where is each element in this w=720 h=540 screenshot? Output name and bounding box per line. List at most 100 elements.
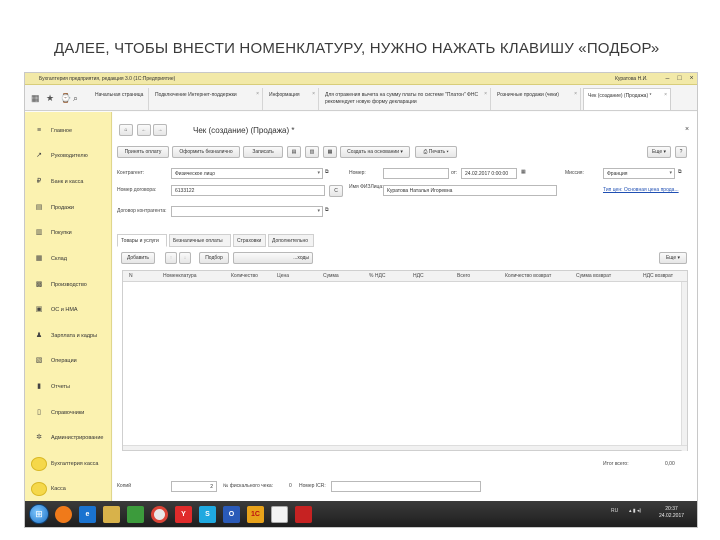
calendar-icon[interactable]: ▦ (521, 169, 526, 175)
post-icon[interactable]: ▤ (287, 146, 301, 158)
history-icon[interactable]: ⌚ (60, 93, 71, 104)
firefox-icon[interactable] (55, 506, 72, 523)
sidebar-item-production[interactable]: ▩ Производство (25, 276, 112, 296)
help-button[interactable]: ? (675, 146, 687, 158)
sidebar-item-salary[interactable]: ♟ Зарплата и кадры (25, 327, 112, 347)
pick-button[interactable]: Подбор (199, 252, 229, 264)
tab-close-icon[interactable]: × (256, 91, 259, 98)
tab-receipt[interactable]: Чек (создание) (Продажа) * × (583, 88, 671, 110)
chevron-down-icon[interactable]: ▾ (669, 170, 672, 176)
contract-field[interactable]: ▾ (171, 206, 323, 217)
sidebar-item-reports[interactable]: ▮ Отчеты (25, 378, 112, 398)
tab-internet-support[interactable]: Подключение Интернет-поддержки × (151, 88, 263, 110)
column-header[interactable]: Всего (457, 273, 470, 279)
explorer-icon[interactable] (103, 506, 120, 523)
user-name[interactable]: Куратова Н.И. (615, 76, 648, 82)
sidebar-item-purchases[interactable]: ▥ Покупки (25, 224, 112, 244)
move-down-icon[interactable]: ↓ (179, 252, 191, 264)
search-icon[interactable]: ⌕ (73, 93, 78, 104)
yandex-icon[interactable]: Y (175, 506, 192, 523)
column-header[interactable]: Цена (277, 273, 289, 279)
close-form-icon[interactable]: × (685, 126, 689, 133)
horizontal-scrollbar[interactable] (123, 445, 687, 450)
add-button[interactable]: Добавить (121, 252, 155, 264)
column-header[interactable]: НДС возврат (643, 273, 673, 279)
tab-insurance[interactable]: Страховки (233, 234, 266, 247)
column-header[interactable]: Количество возврат (505, 273, 551, 279)
vertical-scrollbar[interactable] (681, 282, 687, 451)
clock[interactable]: 20:37 24.02.2017 (659, 506, 684, 520)
sidebar-item-manager[interactable]: ↗ Руководителю (25, 147, 112, 167)
sidebar-item-cash-accounting[interactable]: Бухгалтерия касса (25, 455, 112, 475)
tab-info[interactable]: Информация × (265, 88, 319, 110)
chrome-icon[interactable] (151, 506, 168, 523)
sidebar-item-main[interactable]: ≡ Главное (25, 122, 112, 142)
icr-field[interactable] (331, 481, 481, 492)
minimize-icon[interactable]: – (663, 74, 672, 83)
sidebar-item-warehouse[interactable]: ▦ Склад (25, 250, 112, 270)
contract-select-button[interactable]: С (329, 185, 343, 197)
pdf-icon[interactable] (295, 506, 312, 523)
forward-button[interactable]: → (153, 124, 167, 136)
sidebar-item-sales[interactable]: ▤ Продажи (25, 199, 112, 219)
fiz-name-field[interactable]: Куратова Наталья Игоревна (383, 185, 557, 196)
table-more-button[interactable]: Еще ▾ (659, 252, 687, 264)
tab-cashless[interactable]: Безналичные оплаты (169, 234, 231, 247)
sidebar-item-cash[interactable]: Касса (25, 480, 112, 500)
open-icon[interactable]: ⧉ (325, 207, 329, 213)
more-button[interactable]: Еще ▾ (647, 146, 671, 158)
close-icon[interactable]: × (687, 74, 696, 83)
tab-goods[interactable]: Товары и услуги (117, 234, 167, 247)
chevron-down-icon[interactable]: ▾ (317, 208, 320, 214)
ie-icon[interactable]: e (79, 506, 96, 523)
column-header[interactable]: Сумма (323, 273, 339, 279)
accept-payment-button[interactable]: Принять оплату (117, 146, 169, 158)
word-icon[interactable] (271, 506, 288, 523)
structure-icon[interactable]: ▦ (323, 146, 337, 158)
column-header[interactable]: Сумма возврат (576, 273, 611, 279)
save-button[interactable]: Записать (243, 146, 283, 158)
tab-home[interactable]: Начальная страница (91, 88, 149, 110)
cashless-button[interactable]: Оформить безналично (172, 146, 240, 158)
tab-close-icon[interactable]: × (484, 91, 487, 98)
chevron-down-icon[interactable]: ▾ (317, 170, 320, 176)
tab-close-icon[interactable]: × (312, 91, 315, 98)
print-button[interactable]: ⎙ Печать ▾ (415, 146, 457, 158)
maximize-icon[interactable]: □ (675, 74, 684, 83)
back-button[interactable]: ← (137, 124, 151, 136)
tab-platon[interactable]: Для отражения вычета на сумму платы по с… (321, 88, 491, 110)
tab-retail-sales[interactable]: Розничные продажи (чеки) × (493, 88, 581, 110)
number-field[interactable] (383, 168, 449, 179)
open-icon[interactable]: ⧉ (678, 169, 682, 175)
goods-table[interactable]: N Номенклатура Количество Цена Сумма % Н… (122, 270, 688, 451)
column-header[interactable]: Номенклатура (163, 273, 197, 279)
column-header[interactable]: % НДС (369, 273, 385, 279)
sidebar-item-assets[interactable]: ▣ ОС и НМА (25, 301, 112, 321)
mission-field[interactable]: Франция ▾ (603, 168, 675, 179)
column-header[interactable]: НДС (413, 273, 424, 279)
sidebar-item-directories[interactable]: ▯ Справочники (25, 404, 112, 424)
start-button[interactable]: ⊞ (29, 504, 49, 524)
column-header[interactable]: Количество (231, 273, 258, 279)
tray-icons[interactable]: ▴ ▮ ◂) (629, 508, 641, 514)
returns-button[interactable]: ...ходы (233, 252, 313, 264)
tab-close-icon[interactable]: × (574, 91, 577, 98)
1c-icon[interactable]: 1С (247, 506, 264, 523)
sidebar-item-operations[interactable]: ▧ Операции (25, 352, 112, 372)
language-indicator[interactable]: RU (611, 508, 618, 514)
star-icon[interactable]: ★ (46, 93, 54, 104)
home-button[interactable]: ⌂ (119, 124, 133, 136)
contract-number-field[interactable]: 6133122 (171, 185, 325, 196)
date-field[interactable]: 24.02.2017 0:00:00 (461, 168, 517, 179)
move-up-icon[interactable]: ↑ (165, 252, 177, 264)
column-header[interactable]: N (129, 273, 133, 279)
price-type-link[interactable]: Тип цен: Основная цена прода... (603, 187, 679, 193)
sidebar-item-bank[interactable]: ₽ Банк и касса (25, 173, 112, 193)
copies-field[interactable]: 2 (171, 481, 217, 492)
skype-icon[interactable]: S (199, 506, 216, 523)
outlook-icon[interactable]: O (223, 506, 240, 523)
tab-close-icon[interactable]: × (664, 92, 667, 99)
grid-icon[interactable]: ▦ (31, 93, 40, 104)
media-icon[interactable] (127, 506, 144, 523)
tab-additional[interactable]: Дополнительно (268, 234, 314, 247)
